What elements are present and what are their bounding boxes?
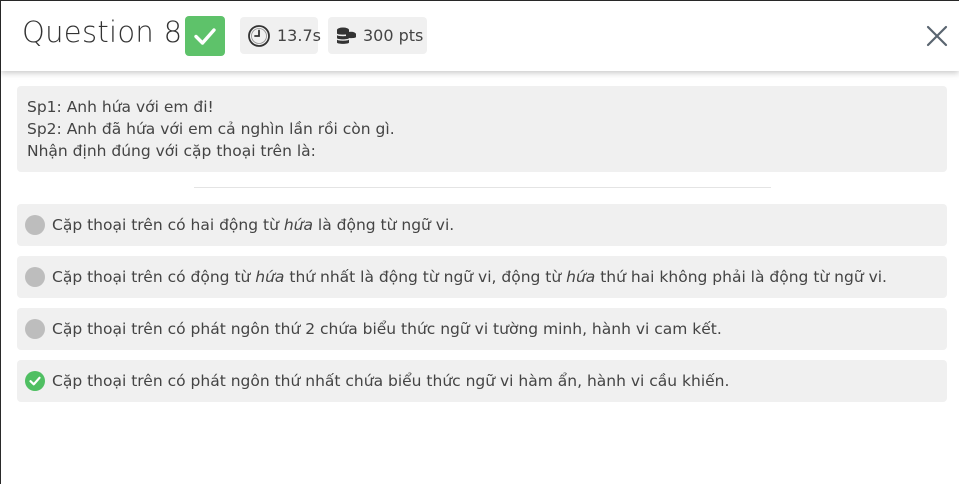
option-text: Cặp thoại trên có hai động từ <box>52 216 284 234</box>
option-text: thứ nhất là động từ ngữ vi, động từ <box>284 268 567 286</box>
answer-option-label: Cặp thoại trên có phát ngôn thứ nhất chứ… <box>52 372 730 390</box>
close-button[interactable] <box>924 23 950 49</box>
option-text: Cặp thoại trên có động từ <box>52 268 256 286</box>
answer-option-3[interactable]: Cặp thoại trên có phát ngôn thứ 2 chứa b… <box>17 308 947 350</box>
option-emphasis: hứa <box>255 268 285 286</box>
question-line: Sp2: Anh đã hứa với em cả nghìn lần rồi … <box>27 120 395 138</box>
close-icon <box>926 25 948 47</box>
check-icon <box>194 28 216 45</box>
answer-option-1[interactable]: Cặp thoại trên có hai động từ hứa là độn… <box>17 204 947 246</box>
points-chip: 300 pts <box>328 17 427 54</box>
question-line: Sp1: Anh hứa với em đi! <box>27 98 214 116</box>
answer-option-label: Cặp thoại trên có phát ngôn thứ 2 chứa b… <box>52 320 722 338</box>
radio-dot-icon <box>25 215 45 235</box>
answer-option-2[interactable]: Cặp thoại trên có động từ hứa thứ nhất l… <box>17 256 947 298</box>
option-text: thứ hai không phải là động từ ngữ vi. <box>595 268 887 286</box>
answer-option-label: Cặp thoại trên có động từ hứa thứ nhất l… <box>52 268 887 286</box>
question-title: Question 8 <box>22 15 183 49</box>
option-text: là động từ ngữ vi. <box>312 216 455 234</box>
correct-badge <box>185 16 225 56</box>
answer-option-label: Cặp thoại trên có hai động từ hứa là độn… <box>52 216 454 234</box>
answer-option-4[interactable]: Cặp thoại trên có phát ngôn thứ nhất chứ… <box>17 360 947 402</box>
check-circle-icon <box>25 371 45 391</box>
radio-dot-icon <box>25 267 45 287</box>
option-emphasis: hứa <box>566 268 596 286</box>
coins-icon <box>335 25 357 47</box>
question-text: Sp1: Anh hứa với em đi! Sp2: Anh đã hứa … <box>17 86 947 172</box>
time-value: 13.7s <box>277 26 321 45</box>
question-header: Question 8 13.7s 300 pts <box>1 1 959 71</box>
radio-dot-icon <box>25 319 45 339</box>
divider <box>194 187 771 188</box>
option-emphasis: hứa <box>283 216 313 234</box>
points-value: 300 pts <box>363 26 424 45</box>
quiz-question-panel: Question 8 13.7s 300 pts Sp1: Anh hứa vớ… <box>0 0 959 484</box>
time-chip: 13.7s <box>240 17 321 54</box>
clock-icon <box>247 24 271 48</box>
question-line: Nhận định đúng với cặp thoại trên là: <box>27 142 316 160</box>
